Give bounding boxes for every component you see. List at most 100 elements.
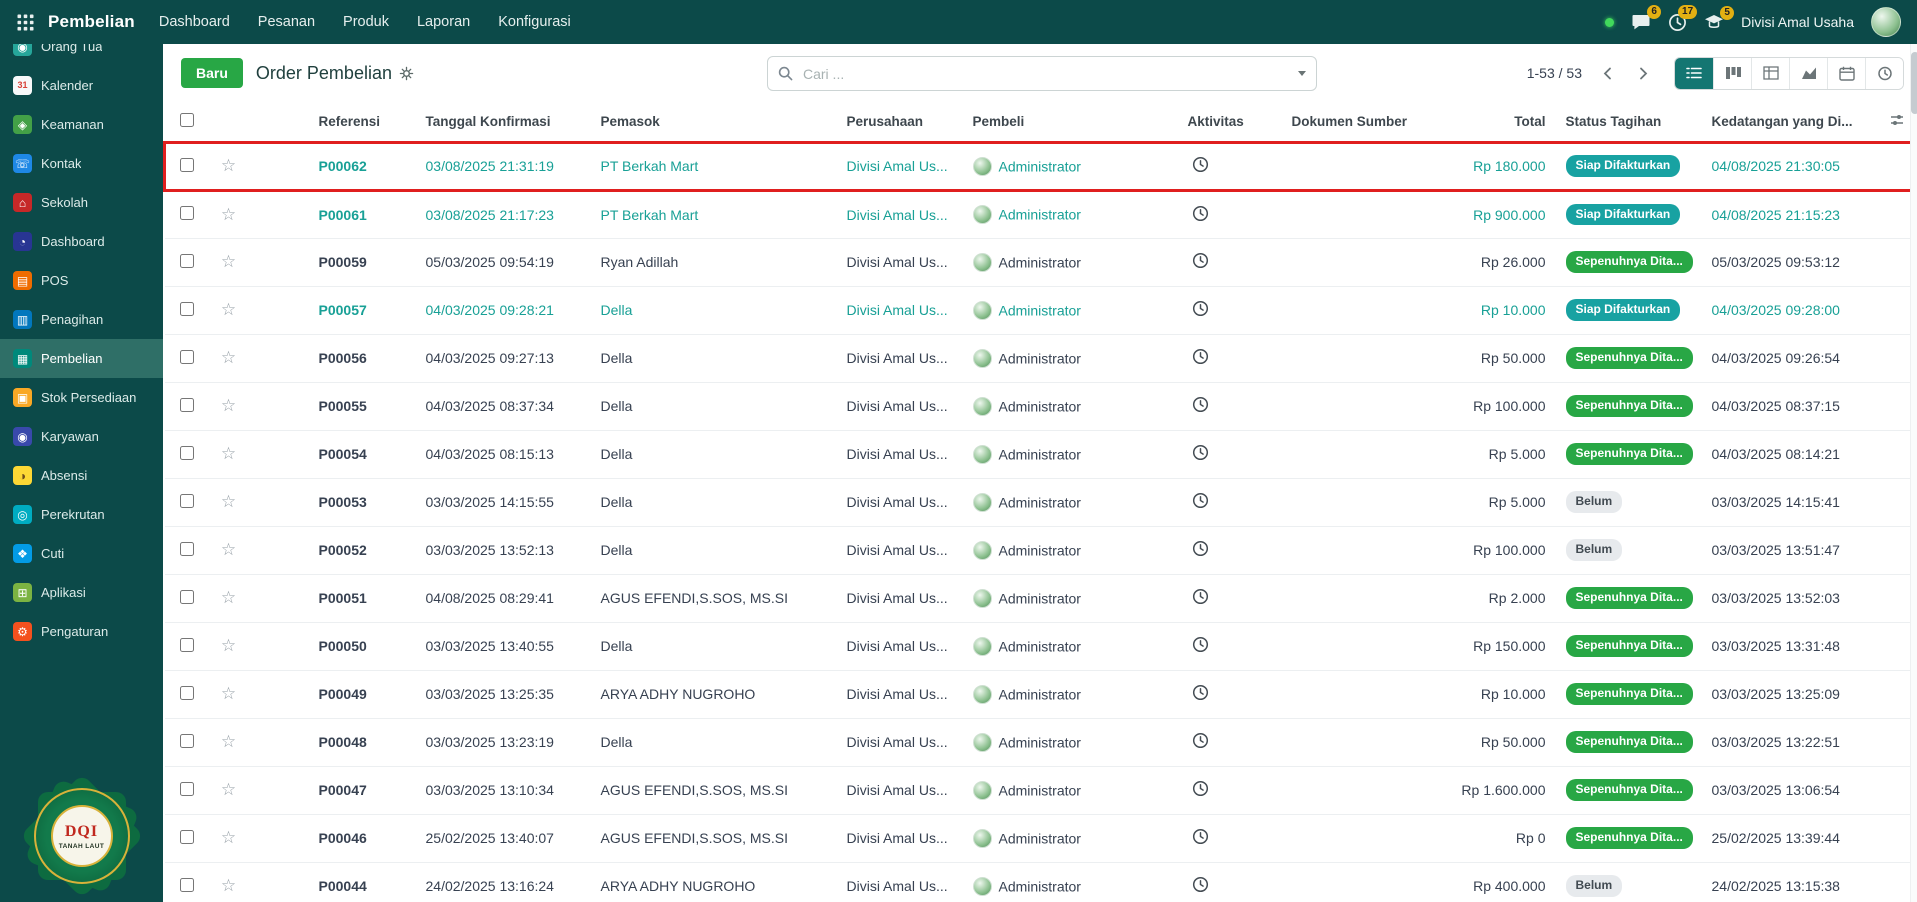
sidebar-item-aplikasi[interactable]: ⊞Aplikasi: [0, 573, 163, 612]
reference-cell[interactable]: P00059: [249, 238, 418, 286]
activity-clock-icon[interactable]: [1188, 828, 1209, 845]
view-graph-button[interactable]: [1789, 58, 1827, 89]
reference-cell[interactable]: P00054: [249, 430, 418, 478]
activity-clock-icon[interactable]: [1188, 540, 1209, 557]
activity-clock-icon[interactable]: [1188, 396, 1209, 413]
sidebar-item-cuti[interactable]: ❖Cuti: [0, 534, 163, 573]
updates-button[interactable]: 5: [1704, 14, 1724, 31]
reference-cell[interactable]: P00053: [249, 478, 418, 526]
row-checkbox[interactable]: [180, 878, 194, 892]
table-row-p00055[interactable]: ☆P0005504/03/2025 08:37:34DellaDivisi Am…: [165, 382, 1917, 430]
apps-grid-icon[interactable]: [10, 7, 40, 37]
table-row-p00059[interactable]: ☆P0005905/03/2025 09:54:19Ryan AdillahDi…: [165, 238, 1917, 286]
view-list-button[interactable]: [1675, 58, 1713, 89]
table-row-p00044[interactable]: ☆P0004424/02/2025 13:16:24ARYA ADHY NUGR…: [165, 862, 1917, 902]
view-kanban-button[interactable]: [1713, 58, 1751, 89]
activity-clock-icon[interactable]: [1188, 348, 1209, 365]
column-total[interactable]: Total: [1428, 102, 1558, 142]
activity-clock-icon[interactable]: [1188, 780, 1209, 797]
row-checkbox[interactable]: [180, 638, 194, 652]
reference-cell[interactable]: P00051: [249, 574, 418, 622]
table-row-p00053[interactable]: ☆P0005303/03/2025 14:15:55DellaDivisi Am…: [165, 478, 1917, 526]
row-checkbox[interactable]: [180, 398, 194, 412]
activity-clock-icon[interactable]: [1188, 444, 1209, 461]
sidebar-item-karyawan[interactable]: ◉Karyawan: [0, 417, 163, 456]
row-checkbox[interactable]: [180, 590, 194, 604]
activity-clock-icon[interactable]: [1188, 205, 1209, 222]
column-status-tagihan[interactable]: Status Tagihan: [1558, 102, 1704, 142]
row-checkbox[interactable]: [180, 542, 194, 556]
column-referensi[interactable]: Referensi: [249, 102, 418, 142]
table-row-p00047[interactable]: ☆P0004703/03/2025 13:10:34AGUS EFENDI,S.…: [165, 766, 1917, 814]
table-row-p00057[interactable]: ☆P0005704/03/2025 09:28:21DellaDivisi Am…: [165, 286, 1917, 334]
menu-dashboard[interactable]: Dashboard: [159, 14, 230, 30]
row-checkbox[interactable]: [180, 302, 194, 316]
table-row-p00048[interactable]: ☆P0004803/03/2025 13:23:19DellaDivisi Am…: [165, 718, 1917, 766]
menu-konfigurasi[interactable]: Konfigurasi: [498, 14, 571, 30]
reference-cell[interactable]: P00056: [249, 334, 418, 382]
sidebar-item-pengaturan[interactable]: ⚙Pengaturan: [0, 612, 163, 651]
table-row-p00051[interactable]: ☆P0005104/08/2025 08:29:41AGUS EFENDI,S.…: [165, 574, 1917, 622]
view-pivot-button[interactable]: [1751, 58, 1789, 89]
reference-cell[interactable]: P00055: [249, 382, 418, 430]
optional-columns-icon[interactable]: [1890, 115, 1904, 130]
select-all-checkbox[interactable]: [180, 113, 194, 127]
user-avatar[interactable]: [1871, 7, 1901, 37]
reference-cell[interactable]: P00061: [249, 190, 418, 238]
search-bar[interactable]: [767, 56, 1317, 91]
activity-clock-icon[interactable]: [1188, 876, 1209, 893]
row-checkbox[interactable]: [180, 830, 194, 844]
row-checkbox[interactable]: [180, 446, 194, 460]
view-calendar-button[interactable]: [1827, 58, 1865, 89]
view-settings-gear-icon[interactable]: [399, 66, 414, 81]
favorite-star-icon[interactable]: ☆: [221, 588, 236, 607]
sidebar-item-dashboard[interactable]: ◔Dashboard: [0, 222, 163, 261]
row-checkbox[interactable]: [180, 734, 194, 748]
reference-cell[interactable]: P00057: [249, 286, 418, 334]
table-row-p00056[interactable]: ☆P0005604/03/2025 09:27:13DellaDivisi Am…: [165, 334, 1917, 382]
scrollbar-thumb[interactable]: [1911, 52, 1917, 114]
menu-produk[interactable]: Produk: [343, 14, 389, 30]
reference-cell[interactable]: P00052: [249, 526, 418, 574]
pager-previous-button[interactable]: [1594, 59, 1620, 87]
sidebar-item-pembelian[interactable]: ▦Pembelian: [0, 339, 163, 378]
favorite-star-icon[interactable]: ☆: [221, 300, 236, 319]
favorite-star-icon[interactable]: ☆: [221, 348, 236, 367]
reference-cell[interactable]: P00047: [249, 766, 418, 814]
column-dokumen-sumber[interactable]: Dokumen Sumber: [1284, 102, 1428, 142]
reference-cell[interactable]: P00049: [249, 670, 418, 718]
favorite-star-icon[interactable]: ☆: [221, 828, 236, 847]
activity-clock-icon[interactable]: [1188, 156, 1209, 173]
sidebar-item-keamanan[interactable]: ◈Keamanan: [0, 105, 163, 144]
activity-clock-icon[interactable]: [1188, 684, 1209, 701]
table-row-p00046[interactable]: ☆P0004625/02/2025 13:40:07AGUS EFENDI,S.…: [165, 814, 1917, 862]
column-aktivitas[interactable]: Aktivitas: [1180, 102, 1284, 142]
sidebar-item-absensi[interactable]: ◑Absensi: [0, 456, 163, 495]
column-pemasok[interactable]: Pemasok: [593, 102, 839, 142]
current-user-name[interactable]: Divisi Amal Usaha: [1741, 14, 1854, 30]
row-checkbox[interactable]: [180, 254, 194, 268]
column-perusahaan[interactable]: Perusahaan: [839, 102, 965, 142]
sidebar-item-sekolah[interactable]: ⌂Sekolah: [0, 183, 163, 222]
messages-button[interactable]: 6: [1631, 13, 1651, 31]
row-checkbox[interactable]: [180, 782, 194, 796]
vertical-scrollbar[interactable]: [1910, 44, 1917, 902]
favorite-star-icon[interactable]: ☆: [221, 252, 236, 271]
row-checkbox[interactable]: [180, 158, 194, 172]
column-kedatangan[interactable]: Kedatangan yang Di...: [1704, 102, 1882, 142]
reference-cell[interactable]: P00048: [249, 718, 418, 766]
sidebar-item-kontak[interactable]: ☏Kontak: [0, 144, 163, 183]
row-checkbox[interactable]: [180, 686, 194, 700]
activity-clock-icon[interactable]: [1188, 588, 1209, 605]
favorite-star-icon[interactable]: ☆: [221, 636, 236, 655]
column-tanggal-konfirmasi[interactable]: Tanggal Konfirmasi: [418, 102, 593, 142]
activity-clock-icon[interactable]: [1188, 636, 1209, 653]
activity-clock-icon[interactable]: [1188, 300, 1209, 317]
favorite-star-icon[interactable]: ☆: [221, 540, 236, 559]
pager-next-button[interactable]: [1630, 59, 1656, 87]
favorite-star-icon[interactable]: ☆: [221, 732, 236, 751]
view-activity-button[interactable]: [1865, 58, 1903, 89]
sidebar-item-perekrutan[interactable]: ◎Perekrutan: [0, 495, 163, 534]
row-checkbox[interactable]: [180, 494, 194, 508]
sidebar-item-orang-tua[interactable]: ◉Orang Tua: [0, 44, 163, 66]
